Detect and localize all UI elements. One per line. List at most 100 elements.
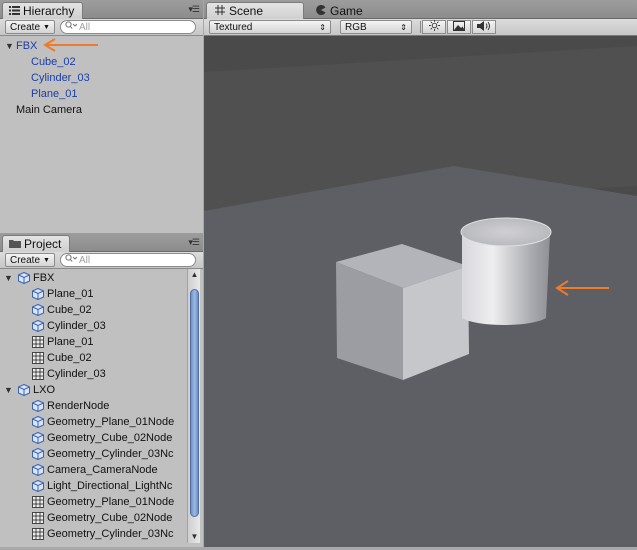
- scroll-thumb[interactable]: [190, 289, 199, 517]
- search-placeholder: All: [79, 21, 91, 33]
- project-item-label: RenderNode: [47, 400, 110, 412]
- project-search-input[interactable]: All: [60, 253, 196, 267]
- project-item-label: Geometry_Cylinder_03Nc: [47, 448, 174, 460]
- panel-menu-icon[interactable]: ▾☰: [188, 4, 200, 15]
- project-item[interactable]: Plane_01: [32, 286, 94, 302]
- tab-scene[interactable]: Scene: [206, 2, 304, 19]
- scene-canvas[interactable]: [204, 36, 637, 547]
- project-item[interactable]: Plane_01: [32, 334, 94, 350]
- project-item[interactable]: Geometry_Plane_01Node: [32, 414, 174, 430]
- project-list: ▼ FBX Plane_01 Cube_02 Cylinder_03 Plane_01 Cu…: [0, 269, 203, 547]
- tab-project-label: Project: [24, 237, 62, 251]
- orange-arrow-icon: [43, 38, 98, 52]
- color-mode-dropdown[interactable]: RGB ⇕: [340, 20, 412, 34]
- mesh-icon: [32, 352, 44, 364]
- hierarchy-search-input[interactable]: All: [60, 20, 196, 34]
- project-item-label: Camera_CameraNode: [47, 464, 158, 476]
- project-item[interactable]: Light_Directional_LightNc: [32, 478, 172, 494]
- folder-icon: [9, 237, 21, 251]
- project-scrollbar[interactable]: ▲ ▼: [187, 269, 200, 543]
- expand-triangle-icon[interactable]: ▼: [4, 382, 15, 398]
- updown-icon: ⇕: [400, 22, 407, 32]
- project-item[interactable]: Geometry_Cylinder_03Nc: [32, 526, 174, 542]
- lighting-toggle-button[interactable]: [422, 20, 446, 34]
- project-create-button[interactable]: Create ▼: [5, 253, 55, 267]
- image-toggle-button[interactable]: [447, 20, 471, 34]
- hierarchy-item-label: FBX: [16, 40, 38, 52]
- scroll-down-icon[interactable]: ▼: [188, 531, 201, 543]
- mesh-icon: [32, 496, 44, 508]
- tab-project[interactable]: Project: [2, 235, 71, 252]
- project-item[interactable]: ▼ LXO: [4, 382, 55, 398]
- expand-triangle-icon[interactable]: ▼: [5, 38, 16, 54]
- search-icon: [65, 254, 78, 266]
- prefab-icon: [32, 415, 44, 429]
- project-item[interactable]: Cylinder_03: [32, 366, 106, 382]
- project-item[interactable]: Geometry_Cube_02Node: [32, 510, 172, 526]
- hierarchy-toolbar: Create ▼ All: [0, 19, 203, 36]
- project-item-label: LXO: [33, 384, 56, 396]
- audio-toggle-button[interactable]: [472, 20, 496, 34]
- project-item-label: Geometry_Cube_02Node: [47, 432, 173, 444]
- prefab-icon: [32, 319, 44, 333]
- search-icon: [65, 21, 78, 33]
- hierarchy-tabbar: Hierarchy ▾☰: [0, 0, 203, 19]
- hierarchy-item[interactable]: ▼ FBX: [5, 38, 37, 54]
- sun-icon: [428, 20, 440, 34]
- project-item[interactable]: Cylinder_03: [32, 318, 106, 334]
- scroll-up-icon[interactable]: ▲: [188, 269, 201, 281]
- render-mode-dropdown[interactable]: Textured ⇕: [209, 20, 331, 34]
- hierarchy-item-label: Plane_01: [31, 88, 78, 100]
- project-item[interactable]: Camera_CameraNode: [32, 462, 158, 478]
- tab-hierarchy[interactable]: Hierarchy: [2, 2, 84, 19]
- panel-menu-icon[interactable]: ▾☰: [188, 237, 200, 248]
- hierarchy-item-label: Cylinder_03: [31, 72, 90, 84]
- grid-icon: [215, 4, 225, 18]
- prefab-icon: [32, 399, 44, 413]
- project-item[interactable]: RenderNode: [32, 398, 109, 414]
- hierarchy-panel: Hierarchy ▾☰ Create ▼ All ▼ FBX Cube_02 Cyl…: [0, 0, 203, 233]
- project-item-label: Plane_01: [47, 288, 94, 300]
- chevron-down-icon: ▼: [43, 256, 50, 264]
- project-item-label: Cylinder_03: [47, 368, 106, 380]
- project-item-label: Light_Directional_LightNc: [47, 480, 173, 492]
- hierarchy-item[interactable]: Plane_01: [31, 86, 78, 102]
- create-label: Create: [10, 21, 41, 33]
- expand-triangle-icon[interactable]: ▼: [4, 270, 15, 286]
- search-placeholder: All: [79, 254, 91, 266]
- project-item-label: Cube_02: [47, 352, 92, 364]
- project-item[interactable]: Geometry_Cylinder_03Nc: [32, 446, 174, 462]
- hierarchy-create-button[interactable]: Create ▼: [5, 20, 55, 34]
- tab-game[interactable]: Game: [308, 2, 377, 19]
- hierarchy-item[interactable]: Main Camera: [16, 102, 82, 118]
- scene-toolbar: Textured ⇕ RGB ⇕: [204, 19, 637, 36]
- prefab-icon: [32, 287, 44, 301]
- cylinder-object[interactable]: [460, 217, 552, 326]
- prefab-icon: [32, 447, 44, 461]
- speaker-icon: [477, 20, 491, 34]
- project-item-label: Geometry_Plane_01Node: [47, 496, 175, 508]
- scene-viewport[interactable]: [204, 36, 637, 547]
- hierarchy-item[interactable]: Cube_02: [31, 54, 76, 70]
- cube-object[interactable]: [336, 244, 469, 380]
- project-item[interactable]: Cube_02: [32, 302, 92, 318]
- list-icon: [9, 4, 20, 18]
- mesh-icon: [32, 336, 44, 348]
- project-tabbar: Project ▾☰: [0, 233, 203, 252]
- project-item[interactable]: Geometry_Plane_01Node: [32, 494, 174, 510]
- hierarchy-item[interactable]: Cylinder_03: [31, 70, 90, 86]
- project-item[interactable]: ▼ FBX: [4, 270, 54, 286]
- prefab-icon: [18, 271, 30, 285]
- project-item[interactable]: Cube_02: [32, 350, 92, 366]
- toolbar-separator: [420, 21, 421, 33]
- tab-scene-label: Scene: [229, 4, 264, 18]
- project-item-label: Geometry_Plane_01Node: [47, 416, 175, 428]
- chevron-down-icon: ▼: [43, 23, 50, 31]
- tab-game-label: Game: [330, 3, 363, 18]
- project-item-label: Plane_01: [47, 336, 94, 348]
- project-item[interactable]: Geometry_Cube_02Node: [32, 430, 172, 446]
- color-mode-value: RGB: [345, 21, 367, 33]
- prefab-icon: [32, 463, 44, 477]
- project-item-label: Cylinder_03: [47, 320, 106, 332]
- mesh-icon: [32, 512, 44, 524]
